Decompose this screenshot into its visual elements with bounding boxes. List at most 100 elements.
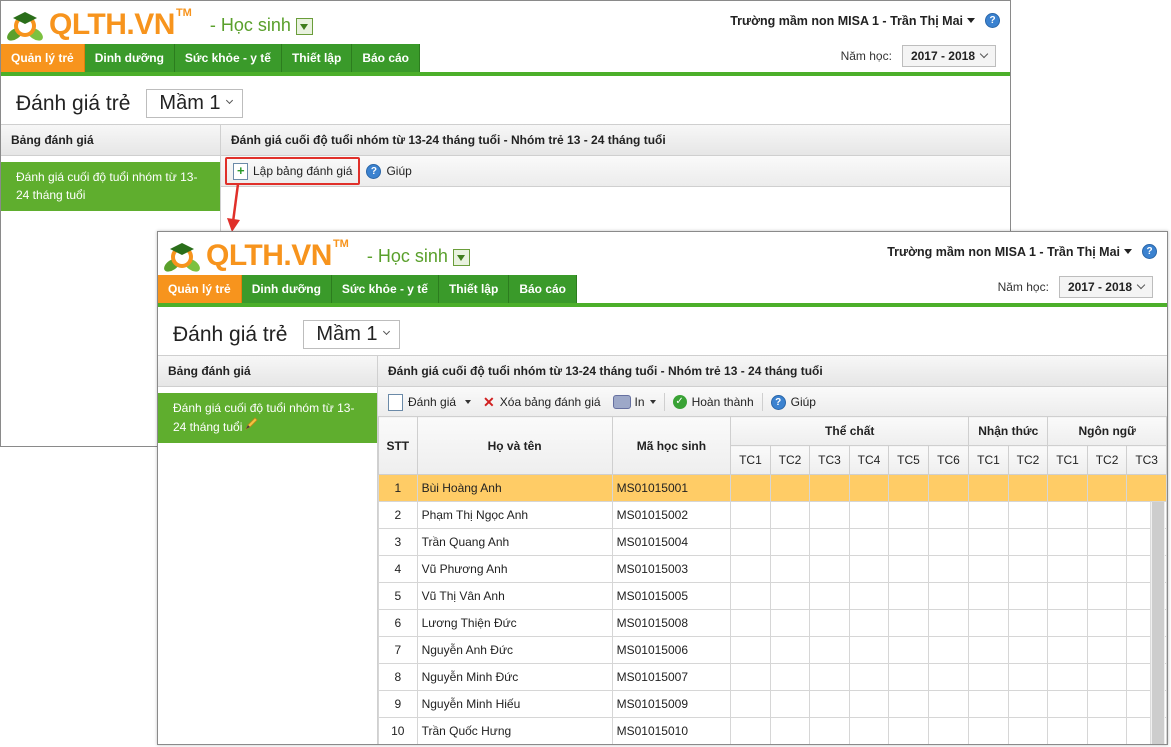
- cell-criterion[interactable]: [927, 609, 970, 637]
- tab-thiet-lap[interactable]: Thiết lập: [281, 44, 353, 72]
- user-menu[interactable]: Trường mầm non MISA 1 - Trần Thị Mai ?: [730, 13, 1000, 28]
- tab-suc-khoe[interactable]: Sức khỏe - y tế: [331, 275, 439, 303]
- cell-criterion[interactable]: [927, 690, 970, 718]
- cell-criterion[interactable]: [888, 636, 929, 664]
- cell-criterion[interactable]: [848, 636, 890, 664]
- cell-criterion[interactable]: [888, 717, 929, 744]
- cell-criterion[interactable]: [809, 555, 850, 583]
- tab-dinh-duong[interactable]: Dinh dưỡng: [84, 44, 175, 72]
- cell-criterion[interactable]: [927, 474, 970, 502]
- tab-suc-khoe[interactable]: Sức khỏe - y tế: [174, 44, 282, 72]
- help-icon[interactable]: ?: [1142, 244, 1157, 259]
- cell-criterion[interactable]: [1047, 663, 1088, 691]
- cell-criterion[interactable]: [730, 555, 771, 583]
- tab-quan-ly-tre[interactable]: Quản lý trẻ: [1, 44, 85, 72]
- cell-criterion[interactable]: [1047, 609, 1088, 637]
- cell-criterion[interactable]: [848, 501, 890, 529]
- cell-criterion[interactable]: [769, 582, 811, 610]
- cell-criterion[interactable]: [1086, 717, 1128, 744]
- school-year-select[interactable]: 2017 - 2018: [901, 45, 996, 67]
- level-select[interactable]: Mầm 1: [146, 89, 243, 118]
- module-dropdown-icon[interactable]: [452, 248, 470, 266]
- cell-criterion[interactable]: [1007, 528, 1049, 556]
- cell-criterion[interactable]: [1047, 690, 1088, 718]
- cell-criterion[interactable]: [1007, 555, 1049, 583]
- cell-criterion[interactable]: [769, 636, 811, 664]
- sidebar-item-evaluation[interactable]: Đánh giá cuối độ tuổi nhóm từ 13-24 thán…: [1, 162, 220, 211]
- table-row[interactable]: 8 Nguyễn Minh Đức MS01015007: [378, 663, 1167, 691]
- cell-criterion[interactable]: [1047, 501, 1088, 529]
- cell-criterion[interactable]: [730, 474, 771, 502]
- header-name[interactable]: Họ và tên: [416, 416, 613, 475]
- cell-criterion[interactable]: [730, 501, 771, 529]
- table-row[interactable]: 9 Nguyễn Minh Hiếu MS01015009: [378, 690, 1167, 718]
- cell-criterion[interactable]: [730, 690, 771, 718]
- table-row[interactable]: 7 Nguyễn Anh Đức MS01015006: [378, 636, 1167, 664]
- vertical-scrollbar[interactable]: [1150, 502, 1165, 744]
- cell-criterion[interactable]: [809, 474, 850, 502]
- cell-criterion[interactable]: [1007, 717, 1049, 744]
- cell-criterion[interactable]: [809, 663, 850, 691]
- cell-criterion[interactable]: [769, 555, 811, 583]
- delete-evaluation-button[interactable]: ✕ Xóa bảng đánh giá: [477, 389, 607, 415]
- header-stt[interactable]: STT: [378, 416, 418, 475]
- cell-criterion[interactable]: [1086, 555, 1128, 583]
- cell-criterion[interactable]: [1086, 582, 1128, 610]
- cell-criterion[interactable]: [927, 636, 970, 664]
- cell-criterion[interactable]: [769, 663, 811, 691]
- tab-quan-ly-tre[interactable]: Quản lý trẻ: [158, 275, 242, 303]
- cell-criterion[interactable]: [927, 717, 970, 744]
- tab-dinh-duong[interactable]: Dinh dưỡng: [241, 275, 332, 303]
- cell-criterion[interactable]: [1086, 690, 1128, 718]
- cell-criterion[interactable]: [769, 690, 811, 718]
- cell-criterion[interactable]: [809, 636, 850, 664]
- cell-criterion[interactable]: [968, 474, 1009, 502]
- header-code[interactable]: Mã học sinh: [611, 416, 732, 475]
- cell-criterion[interactable]: [1007, 609, 1049, 637]
- cell-criterion[interactable]: [888, 582, 929, 610]
- cell-criterion[interactable]: [1007, 690, 1049, 718]
- cell-criterion[interactable]: [730, 528, 771, 556]
- cell-criterion[interactable]: [888, 555, 929, 583]
- cell-criterion[interactable]: [968, 717, 1009, 744]
- cell-criterion[interactable]: [888, 528, 929, 556]
- cell-criterion[interactable]: [968, 501, 1009, 529]
- cell-criterion[interactable]: [769, 717, 811, 744]
- cell-criterion[interactable]: [927, 555, 970, 583]
- cell-criterion[interactable]: [848, 690, 890, 718]
- cell-criterion[interactable]: [848, 717, 890, 744]
- cell-criterion[interactable]: [769, 528, 811, 556]
- cell-criterion[interactable]: [1086, 609, 1128, 637]
- table-row[interactable]: 10 Trần Quốc Hưng MS01015010: [378, 717, 1167, 744]
- cell-criterion[interactable]: [888, 474, 929, 502]
- tab-bao-cao[interactable]: Báo cáo: [509, 275, 577, 303]
- cell-criterion[interactable]: [968, 636, 1009, 664]
- cell-criterion[interactable]: [968, 690, 1009, 718]
- cell-criterion[interactable]: [968, 528, 1009, 556]
- cell-criterion[interactable]: [927, 582, 970, 610]
- cell-criterion[interactable]: [809, 501, 850, 529]
- cell-criterion[interactable]: [1007, 663, 1049, 691]
- cell-criterion[interactable]: [927, 663, 970, 691]
- cell-criterion[interactable]: [888, 501, 929, 529]
- cell-criterion[interactable]: [848, 555, 890, 583]
- cell-criterion[interactable]: [848, 609, 890, 637]
- tab-bao-cao[interactable]: Báo cáo: [352, 44, 420, 72]
- cell-criterion[interactable]: [730, 717, 771, 744]
- cell-criterion[interactable]: [730, 609, 771, 637]
- logo[interactable]: QLTH.VN TM - Học sinh: [5, 5, 313, 45]
- cell-criterion[interactable]: [888, 663, 929, 691]
- cell-criterion[interactable]: [1086, 474, 1128, 502]
- table-row[interactable]: 5 Vũ Thị Vân Anh MS01015005: [378, 582, 1167, 610]
- school-year-select[interactable]: 2017 - 2018: [1058, 276, 1153, 298]
- cell-criterion[interactable]: [968, 555, 1009, 583]
- cell-criterion[interactable]: [927, 528, 970, 556]
- scrollbar-thumb[interactable]: [1152, 502, 1164, 744]
- cell-criterion[interactable]: [769, 474, 811, 502]
- sidebar-item-evaluation[interactable]: Đánh giá cuối độ tuổi nhóm từ 13-24 thán…: [158, 393, 377, 443]
- cell-criterion[interactable]: [888, 609, 929, 637]
- cell-criterion[interactable]: [809, 609, 850, 637]
- cell-criterion[interactable]: [1086, 528, 1128, 556]
- print-button[interactable]: In: [607, 389, 662, 415]
- cell-criterion[interactable]: [848, 663, 890, 691]
